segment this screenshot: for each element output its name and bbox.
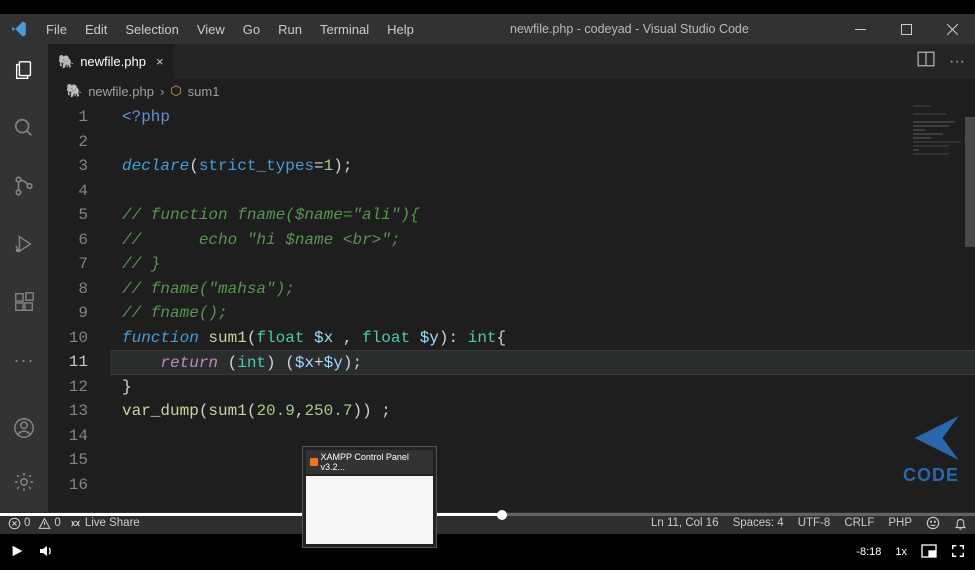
status-feedback-icon[interactable] [926,516,940,530]
status-liveshare[interactable]: Live Share [69,517,140,530]
account-icon[interactable] [0,412,48,444]
maximize-button[interactable] [883,14,929,44]
video-seek-bar[interactable] [0,513,975,516]
breadcrumb-separator: › [160,84,164,99]
breadcrumb-file-icon: 🐘 [66,83,82,99]
thumbnail-preview [306,476,433,544]
status-lang[interactable]: PHP [888,517,912,529]
split-editor-icon[interactable] [917,50,935,73]
close-button[interactable] [929,14,975,44]
thumbnail-title: XAMPP Control Panel v3.2... [321,452,429,472]
more-actions-icon[interactable]: ··· [949,53,965,71]
php-file-icon: 🐘 [58,54,74,70]
code-editor[interactable]: 1 2 3 4 5 6 7 8 9 10 11 12 13 14 15 16 <… [48,103,975,512]
search-icon[interactable] [0,112,48,144]
menu-terminal[interactable]: Terminal [312,18,377,41]
source-control-icon[interactable] [0,170,48,202]
minimap[interactable] [913,105,973,175]
seek-knob[interactable] [497,510,507,520]
volume-button[interactable] [38,543,54,562]
line-gutter: 1 2 3 4 5 6 7 8 9 10 11 12 13 14 15 16 [48,103,106,512]
tab-close-button[interactable]: × [156,54,164,69]
window-title: newfile.php - codeyad - Visual Studio Co… [422,22,837,36]
code-content[interactable]: <?php declare(strict_types=1); // functi… [106,103,975,512]
settings-icon[interactable] [0,466,48,498]
menu-edit[interactable]: Edit [77,18,115,41]
menu-view[interactable]: View [189,18,233,41]
taskbar-thumbnail[interactable]: XAMPP Control Panel v3.2... [302,446,437,548]
status-encoding[interactable]: UTF-8 [798,517,831,529]
extensions-icon[interactable] [0,286,48,318]
vscode-logo-icon [0,20,38,38]
activity-overflow-icon[interactable]: ··· [0,344,48,376]
play-button[interactable] [10,544,24,561]
breadcrumb-symbol-icon: ⬡ [170,83,181,99]
status-eol[interactable]: CRLF [844,517,874,529]
tab-file[interactable]: 🐘 newfile.php × [48,44,175,79]
breadcrumb-symbol[interactable]: sum1 [188,84,220,99]
explorer-icon[interactable] [0,54,48,86]
status-warnings[interactable]: 0 [38,517,60,530]
menu-selection[interactable]: Selection [117,18,186,41]
status-errors[interactable]: 0 [8,517,30,530]
vertical-scrollbar[interactable] [965,117,975,247]
status-bell-icon[interactable] [954,517,967,530]
pip-button[interactable] [921,544,937,561]
run-debug-icon[interactable] [0,228,48,260]
status-lncol[interactable]: Ln 11, Col 16 [651,517,719,529]
menu-file[interactable]: File [38,18,75,41]
status-spaces[interactable]: Spaces: 4 [733,517,784,529]
menu-go[interactable]: Go [235,18,268,41]
minimize-button[interactable] [837,14,883,44]
menu-run[interactable]: Run [270,18,310,41]
menu-help[interactable]: Help [379,18,422,41]
breadcrumb-file[interactable]: newfile.php [88,84,154,99]
xampp-icon [310,458,318,466]
fullscreen-button[interactable] [951,544,965,561]
tab-file-name: newfile.php [80,54,146,69]
